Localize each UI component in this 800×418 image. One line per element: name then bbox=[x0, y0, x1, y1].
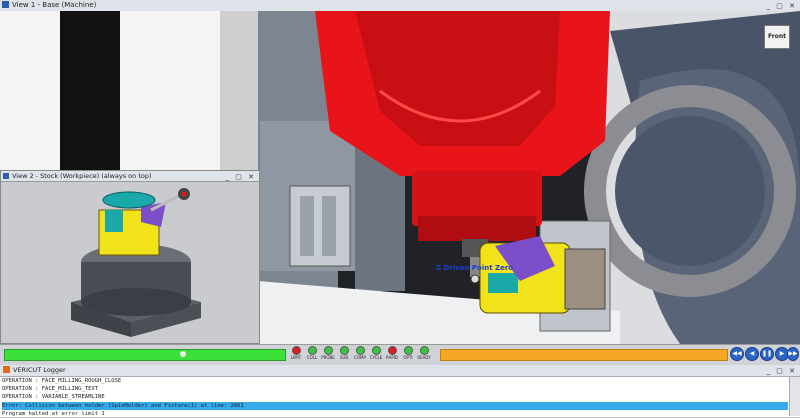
led-dot bbox=[355, 346, 365, 355]
view1-title: View 1 - Base (Machine) bbox=[12, 1, 97, 9]
led-dot bbox=[371, 346, 381, 355]
led-dot bbox=[339, 346, 349, 355]
log-line[interactable]: OPERATION : FACE_MILLING_ROUGH_CLOSE bbox=[2, 377, 788, 385]
logger-icon bbox=[3, 366, 10, 373]
view2-title: View 2 - Stock (Workpiece) (always on to… bbox=[12, 172, 152, 180]
led-dot bbox=[291, 346, 301, 355]
pause-button[interactable]: ❚❚ bbox=[760, 347, 774, 361]
led-ready: READY bbox=[415, 346, 433, 361]
workpiece-scene[interactable] bbox=[1, 182, 259, 343]
simulation-progress-bar[interactable] bbox=[4, 349, 286, 361]
led-dot bbox=[387, 346, 397, 355]
logger-title: VERICUT Logger bbox=[13, 366, 66, 374]
progress-handle[interactable] bbox=[180, 351, 186, 357]
led-dot bbox=[403, 346, 413, 355]
fast-forward-button[interactable]: ▶▶ bbox=[787, 347, 799, 361]
rewind-button[interactable]: ◀◀ bbox=[730, 347, 744, 361]
led-dot bbox=[419, 346, 429, 355]
led-dot bbox=[323, 346, 333, 355]
log-line-selected[interactable]: Error: Collision between holder (SpinHol… bbox=[2, 402, 788, 410]
view2-titlebar: View 2 - Stock (Workpiece) (always on to… bbox=[1, 171, 259, 182]
nav-cube[interactable]: Front bbox=[764, 25, 790, 49]
view-icon bbox=[3, 173, 9, 179]
logger-titlebar: VERICUT Logger _ ▢ ✕ bbox=[0, 365, 800, 377]
log-line[interactable]: OPERATION : FACE_MILLING_TEXT bbox=[2, 385, 788, 393]
secondary-progress-bar bbox=[440, 349, 728, 361]
view-icon bbox=[2, 1, 9, 8]
led-dot bbox=[307, 346, 317, 355]
workpiece-view[interactable]: View 2 - Stock (Workpiece) (always on to… bbox=[0, 170, 260, 344]
logger-scrollbar[interactable] bbox=[789, 377, 800, 416]
log-line[interactable]: Program halted at error limit 1 bbox=[2, 410, 788, 418]
step-back-button[interactable]: ◀ bbox=[745, 347, 759, 361]
scene-annotation: Z Driven Point Zero bbox=[436, 264, 514, 272]
window-controls[interactable]: _ ▢ ✕ bbox=[226, 172, 256, 182]
window-controls[interactable]: _ ▢ ✕ bbox=[767, 366, 797, 377]
log-line[interactable]: OPERATION : VARIABLE_STREAMLINE bbox=[2, 393, 788, 401]
